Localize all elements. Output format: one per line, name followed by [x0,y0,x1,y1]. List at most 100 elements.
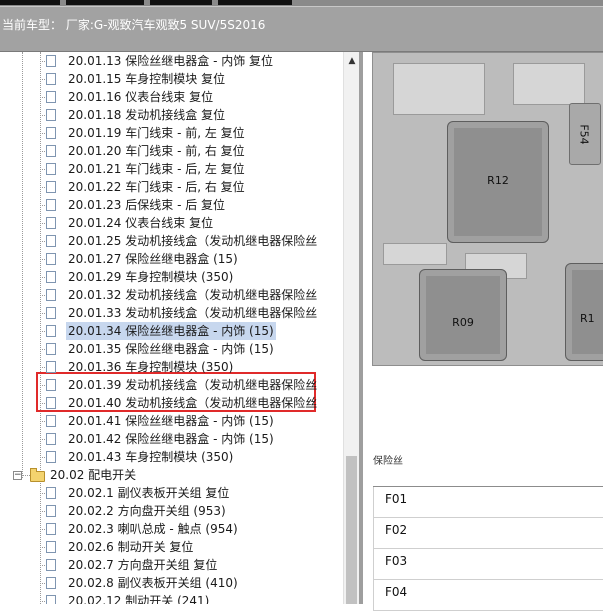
document-icon [46,343,56,355]
tree-item-label: 20.01.33 发动机接线盒（发动机继电器保险丝 [68,306,318,320]
document-icon [46,91,56,103]
tree-item-label: 20.01.41 保险丝继电器盒 - 内饰 (15) [68,414,274,428]
tree-item[interactable]: 20.01.24 仪表台线束 复位 [46,214,215,232]
table-row[interactable]: F04 [373,580,603,611]
document-icon [46,307,56,319]
document-icon [46,289,56,301]
tree-item-label: 20.01.34 保险丝继电器盒 - 内饰 (15) [66,322,276,340]
tree-item-label: 20.02.3 喇叭总成 - 触点 (954) [68,522,238,536]
tree-item-label: 20.01.36 车身控制模块 (350) [68,360,234,374]
tree-item[interactable]: 20.02.3 喇叭总成 - 触点 (954) [46,520,240,538]
document-icon [46,523,56,535]
tree-scrollbar[interactable]: ▲ [343,52,360,604]
tree-item[interactable]: 20.01.21 车门线束 - 后, 左 复位 [46,160,247,178]
tree-item-label: 20.01.25 发动机接线盒（发动机继电器保险丝 [68,234,318,248]
tree-item-label: 20.01.15 车身控制模块 复位 [68,72,226,86]
tree-item[interactable]: 20.01.27 保险丝继电器盒 (15) [46,250,240,268]
document-icon [46,451,56,463]
tree-item[interactable]: 20.02.7 方向盘开关组 复位 [46,556,219,574]
tree-item[interactable]: 20.01.43 车身控制模块 (350) [46,448,235,466]
current-vehicle-label: 当前车型： 厂家:G-观致汽车观致5 SUV/5S2016 [2,18,266,32]
tree-item-label: 20.01.19 车门线束 - 前, 左 复位 [68,126,245,140]
document-icon [46,217,56,229]
tree-item[interactable]: 20.01.34 保险丝继电器盒 - 内饰 (15) [46,322,276,340]
tree-item[interactable]: 20.01.16 仪表台线束 复位 [46,88,215,106]
document-icon [46,505,56,517]
toolbar-block [66,0,144,5]
tree-item[interactable]: 20.01.40 发动机接线盒（发动机继电器保险丝 [46,394,319,412]
tree-item-label: 20.01.24 仪表台线束 复位 [68,216,214,230]
fuse-f54: F54 [569,103,601,165]
document-icon [46,397,56,409]
tree-item[interactable]: 20.01.25 发动机接线盒（发动机继电器保险丝 [46,232,319,250]
tree-item[interactable]: 20.01.33 发动机接线盒（发动机继电器保险丝 [46,304,319,322]
tree-item[interactable]: 20.01.23 后保线束 - 后 复位 [46,196,227,214]
tree-item[interactable]: 20.02.6 制动开关 复位 [46,538,195,556]
tree-item[interactable]: 20.01.15 车身控制模块 复位 [46,70,227,88]
tree-connector [22,475,30,476]
document-icon [46,199,56,211]
scroll-thumb[interactable] [346,456,357,604]
fuse-box-diagram: R12 F54 R09 R1 [363,52,603,432]
document-icon [46,541,56,553]
table-row[interactable]: F01 [373,487,603,518]
tree-item[interactable]: 20.01.35 保险丝继电器盒 - 内饰 (15) [46,340,276,358]
fuse-board: R12 F54 R09 R1 [372,52,603,366]
tree-item[interactable]: 20.02.12 制动开关 (241) [46,592,211,604]
toolbar-block [0,0,60,5]
vehicle-header: 当前车型： 厂家:G-观致汽车观致5 SUV/5S2016 [0,6,603,52]
tree-item[interactable]: 20.01.41 保险丝继电器盒 - 内饰 (15) [46,412,276,430]
document-icon [46,415,56,427]
relay-r09: R09 [419,269,507,361]
document-icon [46,379,56,391]
document-icon [46,577,56,589]
relay-r1: R1 [565,263,603,361]
scroll-up-arrow-icon[interactable]: ▲ [344,54,360,68]
fuse-code: F03 [385,554,408,568]
tree-item[interactable]: 20.01.39 发动机接线盒（发动机继电器保险丝 [46,376,319,394]
collapse-icon[interactable]: − [13,471,22,480]
tree-item-label: 20.01.20 车门线束 - 前, 右 复位 [68,144,245,158]
tree-item[interactable]: 20.02.2 方向盘开关组 (953) [46,502,228,520]
toolbar-block [150,0,212,5]
tree-folder-item[interactable]: 20.02 配电开关 [48,466,138,484]
table-row[interactable]: F03 [373,549,603,580]
relay-slot [383,243,447,265]
document-icon [46,595,56,604]
relay-r12: R12 [447,121,549,243]
tree-item[interactable]: 20.01.36 车身控制模块 (350) [46,358,235,376]
document-icon [46,433,56,445]
document-icon [46,181,56,193]
tree-item-label: 20.01.13 保险丝继电器盒 - 内饰 复位 [68,54,274,68]
table-row[interactable]: F02 [373,518,603,549]
document-icon [46,271,56,283]
document-icon [46,559,56,571]
tree-item[interactable]: 20.01.32 发动机接线盒（发动机继电器保险丝 [46,286,319,304]
tree-item[interactable]: 20.01.22 车门线束 - 后, 右 复位 [46,178,247,196]
tree-item[interactable]: 20.02.1 副仪表板开关组 复位 [46,484,231,502]
tree-item-label: 20.01.43 车身控制模块 (350) [68,450,234,464]
tree-item-label: 20.01.32 发动机接线盒（发动机继电器保险丝 [68,288,318,302]
tree-item[interactable]: 20.01.29 车身控制模块 (350) [46,268,235,286]
document-tree[interactable]: 20.01.13 保险丝继电器盒 - 内饰 复位 20.01.15 车身控制模块 … [0,52,343,604]
tree-item[interactable]: 20.01.13 保险丝继电器盒 - 内饰 复位 [46,52,275,70]
tree-item[interactable]: 20.02.8 副仪表板开关组 (410) [46,574,240,592]
relay-slot [393,63,485,115]
tree-item-label: 20.01.29 车身控制模块 (350) [68,270,234,284]
tree-item-label: 20.01.40 发动机接线盒（发动机继电器保险丝 [68,396,318,410]
document-icon [46,73,56,85]
document-icon [46,487,56,499]
tree-item[interactable]: 20.01.18 发动机接线盒 复位 [46,106,227,124]
fuse-code: F04 [385,585,408,599]
tree-item[interactable]: 20.01.42 保险丝继电器盒 - 内饰 (15) [46,430,276,448]
fuse-code: F01 [385,492,408,506]
document-icon [46,361,56,373]
document-icon [46,163,56,175]
document-icon [46,253,56,265]
tree-item[interactable]: 20.01.20 车门线束 - 前, 右 复位 [46,142,247,160]
tree-item-label: 20.01.21 车门线束 - 后, 左 复位 [68,162,245,176]
tree-connector [22,52,23,478]
tree-item-label: 20.01.18 发动机接线盒 复位 [68,108,226,122]
tree-item[interactable]: 20.01.19 车门线束 - 前, 左 复位 [46,124,247,142]
document-icon [46,109,56,121]
